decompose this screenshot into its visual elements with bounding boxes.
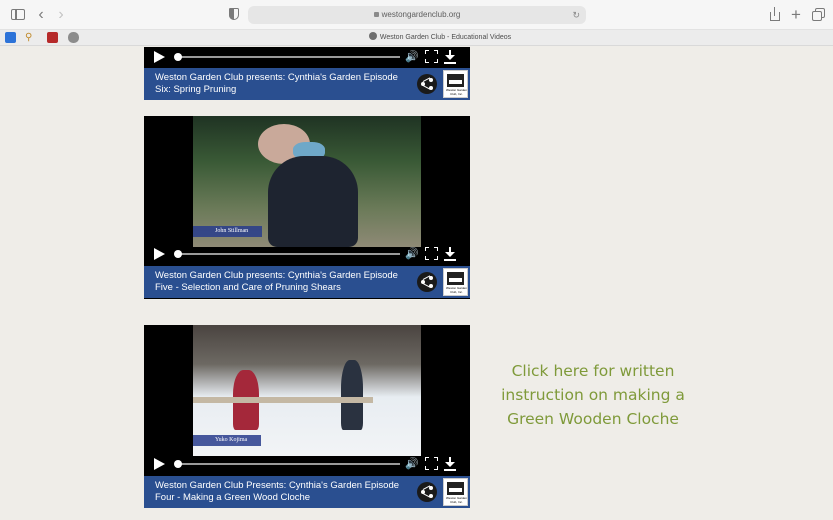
video-player: John Stillman 🔊 Weston Garden Club prese… — [144, 116, 470, 299]
volume-icon[interactable]: 🔊 — [405, 50, 419, 64]
fullscreen-icon[interactable] — [425, 247, 438, 260]
progress-bar[interactable] — [174, 53, 400, 61]
person-right — [341, 360, 363, 430]
video-caption: Weston Garden Club Presents: Cynthia's G… — [144, 476, 470, 508]
lower-third: Yuko Kojima — [193, 435, 262, 446]
tab-bar: ⚲ Weston Garden Club - Educational Video… — [0, 30, 833, 46]
club-logo: Weston Garden Club, Inc. — [443, 70, 468, 98]
favorite-1-icon[interactable] — [5, 32, 16, 43]
video-player: 🔊 Weston Garden Club presents: Cynthia's… — [144, 47, 470, 100]
favorite-4-icon[interactable] — [68, 32, 79, 43]
download-icon[interactable] — [444, 456, 456, 471]
play-icon[interactable] — [154, 248, 165, 260]
video-controls: 🔊 — [144, 244, 470, 264]
download-icon[interactable] — [444, 49, 456, 64]
video-screen[interactable]: John Stillman — [144, 116, 470, 247]
play-icon[interactable] — [154, 51, 165, 63]
table — [193, 397, 373, 403]
video-caption: Weston Garden Club presents: Cynthia's G… — [144, 266, 470, 298]
lock-icon — [373, 12, 379, 17]
share-icon[interactable] — [417, 74, 437, 94]
progress-knob[interactable] — [174, 53, 182, 61]
tab-overview-icon[interactable] — [811, 6, 825, 24]
reload-icon[interactable]: ↻ — [572, 6, 580, 24]
video-controls: 🔊 — [144, 47, 470, 67]
page-content: 🔊 Weston Garden Club presents: Cynthia's… — [0, 47, 833, 520]
video-title[interactable]: Weston Garden Club presents: Cynthia's G… — [155, 270, 413, 293]
download-icon[interactable] — [444, 246, 456, 261]
club-logo: Weston Garden Club, Inc. — [443, 268, 468, 296]
share-icon[interactable] — [417, 482, 437, 502]
video-thumbnail: John Stillman — [193, 116, 421, 247]
lower-third: John Stillman — [193, 226, 263, 237]
volume-icon[interactable]: 🔊 — [405, 247, 419, 261]
person-jacket — [268, 156, 358, 247]
cloche-instructions-link[interactable]: Click here for written instruction on ma… — [492, 359, 694, 431]
video-player: Yuko Kojima 🔊 Weston Garden Club Present… — [144, 325, 470, 508]
active-tab[interactable]: Weston Garden Club - Educational Videos — [300, 30, 580, 46]
favorite-2-icon[interactable]: ⚲ — [25, 32, 36, 43]
video-screen[interactable]: Yuko Kojima — [144, 325, 470, 456]
progress-knob[interactable] — [174, 250, 182, 258]
progress-knob[interactable] — [174, 460, 182, 468]
forward-button-icon[interactable]: › — [54, 6, 68, 24]
video-caption: Weston Garden Club presents: Cynthia's G… — [144, 68, 470, 100]
volume-icon[interactable]: 🔊 — [405, 457, 419, 471]
share-icon[interactable] — [768, 6, 782, 24]
video-title[interactable]: Weston Garden Club Presents: Cynthia's G… — [155, 480, 413, 503]
share-icon[interactable] — [417, 272, 437, 292]
play-icon[interactable] — [154, 458, 165, 470]
globe-icon — [368, 32, 377, 40]
address-bar[interactable]: westongardenclub.org ↻ — [248, 6, 586, 24]
favorite-3-icon[interactable] — [47, 32, 58, 43]
fullscreen-icon[interactable] — [425, 457, 438, 470]
address-url: westongardenclub.org — [381, 10, 461, 19]
sidebar-toggle-icon[interactable] — [10, 6, 26, 24]
fullscreen-icon[interactable] — [425, 50, 438, 63]
progress-bar[interactable] — [174, 250, 400, 258]
back-button-icon[interactable]: ‹ — [34, 6, 48, 24]
video-controls: 🔊 — [144, 454, 470, 474]
video-title[interactable]: Weston Garden Club presents: Cynthia's G… — [155, 72, 413, 95]
progress-bar[interactable] — [174, 460, 400, 468]
video-thumbnail: Yuko Kojima — [193, 325, 421, 456]
club-logo: Weston Garden Club, Inc. — [443, 478, 468, 506]
new-tab-icon[interactable]: + — [789, 6, 803, 24]
browser-toolbar: ‹ › westongardenclub.org ↻ + — [0, 0, 833, 30]
tab-title: Weston Garden Club - Educational Videos — [379, 34, 512, 41]
privacy-shield-icon[interactable] — [228, 6, 240, 24]
